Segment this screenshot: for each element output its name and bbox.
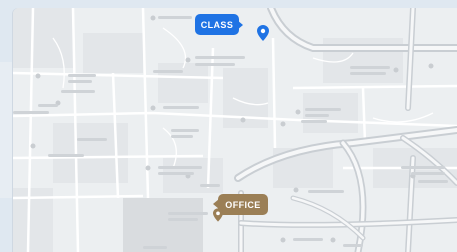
class-pin-icon[interactable] [257, 25, 269, 41]
map-canvas[interactable] [13, 8, 457, 252]
office-pin-icon[interactable] [213, 208, 223, 222]
side-panel-edge [0, 62, 13, 198]
campus-map[interactable] [13, 8, 457, 252]
office-pin-label[interactable]: OFFICE [218, 194, 268, 215]
class-pin-label[interactable]: CLASS [195, 14, 239, 35]
class-pin-pointer [237, 20, 243, 30]
